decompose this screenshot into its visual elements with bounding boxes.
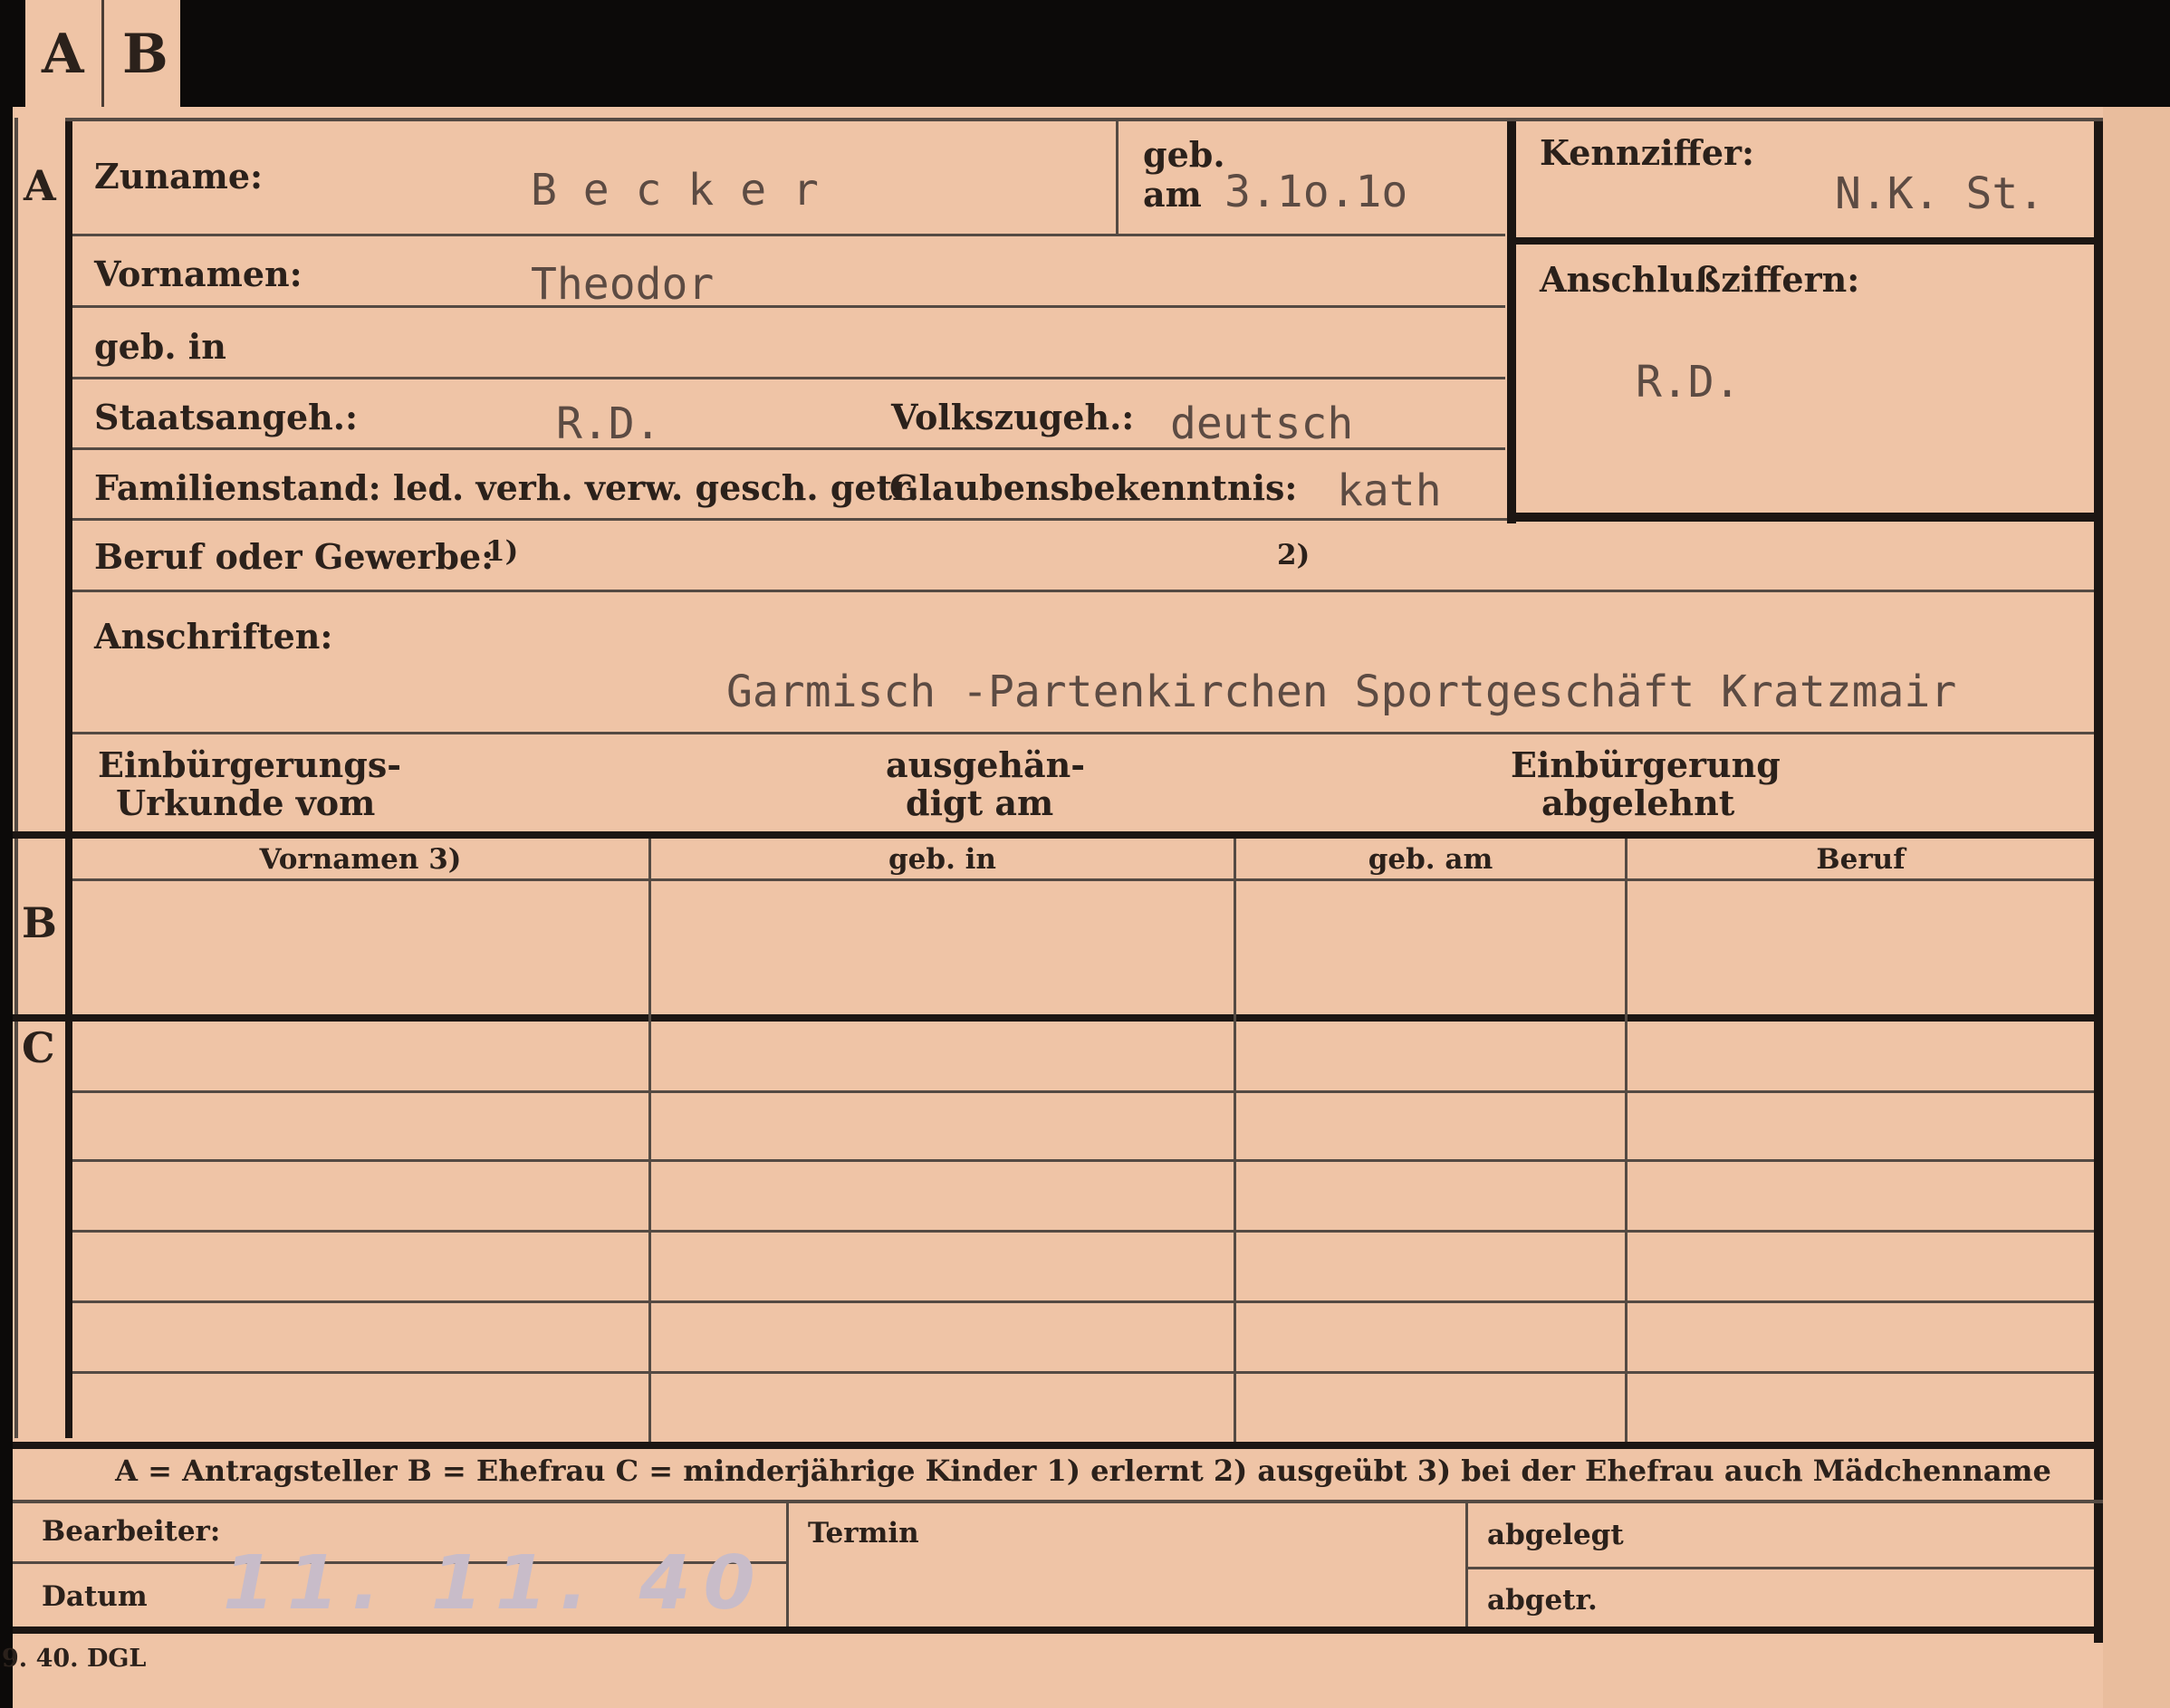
section-letter-c: C xyxy=(22,1023,55,1072)
given-names-label: Vornamen: xyxy=(94,254,302,294)
citizenship-value: R.D. xyxy=(556,398,661,449)
section-c-top xyxy=(13,1014,2103,1022)
table-header-given-names: Vornamen 3) xyxy=(259,843,462,876)
tab-a-letter: A xyxy=(42,23,84,86)
footer-bottom xyxy=(13,1626,2103,1634)
code-box-right xyxy=(2094,121,2103,1643)
filed-label: abgelegt xyxy=(1487,1519,1624,1551)
row-line xyxy=(72,1371,2094,1374)
col-line xyxy=(1625,839,1628,1442)
left-border xyxy=(65,118,72,1438)
print-code: 9. 40. DGL xyxy=(2,1645,147,1673)
section-letter-b: B xyxy=(22,898,57,947)
naturalization-label-2: Urkunde vom xyxy=(116,782,376,823)
section-letter-a: A xyxy=(24,161,56,210)
row-line xyxy=(72,1159,2094,1162)
date-label: Datum xyxy=(42,1580,148,1613)
born-label-1: geb. xyxy=(1143,134,1225,175)
occupation-note-learned: 1) xyxy=(485,535,519,568)
occupation-label: Beruf oder Gewerbe: xyxy=(94,536,494,577)
row-line xyxy=(72,305,1505,308)
code-label: Kennziffer: xyxy=(1540,132,1755,173)
surname-label: Zuname: xyxy=(94,156,264,197)
ethnicity-label: Volkszugeh.: xyxy=(891,397,1135,437)
section-b-top xyxy=(13,831,2103,839)
row-line xyxy=(72,1090,2094,1093)
code-value: N.K. St. xyxy=(1835,168,2045,219)
born-label-2: am xyxy=(1143,174,1202,215)
row-line xyxy=(72,1300,2094,1303)
footer-col-line xyxy=(1465,1500,1468,1626)
row-line xyxy=(72,377,1505,379)
footer-mid-line-right xyxy=(1467,1567,2094,1569)
row-line xyxy=(72,590,2094,592)
header-line xyxy=(72,878,2094,881)
row-line xyxy=(72,732,2094,734)
table-header-birthdate: geb. am xyxy=(1368,843,1493,876)
code-box-bottom xyxy=(1507,513,2103,522)
naturalization-label-1: Einbürgerungs- xyxy=(98,744,402,785)
religion-value: kath xyxy=(1337,465,1442,516)
col-line xyxy=(1234,839,1236,1442)
col-line xyxy=(1116,121,1119,234)
deadline-label: Termin xyxy=(808,1517,919,1550)
birthplace-label: geb. in xyxy=(94,326,226,367)
born-value: 3.1o.1o xyxy=(1224,167,1408,217)
filed-short-label: abgetr. xyxy=(1487,1584,1598,1617)
handed-label-2: digt am xyxy=(906,782,1054,823)
citizenship-label: Staatsangeh.: xyxy=(94,397,359,437)
table-header-birthplace: geb. in xyxy=(888,843,996,876)
card-right-edge xyxy=(2103,107,2170,1708)
address-value: Garmisch -Partenkirchen Sportgeschäft Kr… xyxy=(726,667,1957,717)
code-box-left xyxy=(1507,121,1516,523)
legend-text: A = Antragsteller B = Ehefrau C = minder… xyxy=(115,1454,2051,1488)
row-line xyxy=(72,234,1505,236)
footer-col-line xyxy=(786,1500,789,1626)
rejected-label-1: Einbürgerung xyxy=(1511,744,1781,785)
rejected-label-2: abgelehnt xyxy=(1541,782,1735,823)
given-names-value: Theodor xyxy=(531,259,715,310)
row-line xyxy=(72,1230,2094,1233)
code-box-mid xyxy=(1507,237,2103,245)
handed-label-1: ausgehän- xyxy=(886,744,1086,785)
footer-top xyxy=(13,1500,2103,1503)
addresses-label: Anschriften: xyxy=(94,616,333,657)
marital-status-label: Familienstand: led. verh. verw. gesch. g… xyxy=(94,467,919,508)
ethnicity-value: deutsch xyxy=(1170,398,1354,449)
handwritten-date: 11. 11. 40 xyxy=(223,1540,768,1626)
religion-label: Glaubensbekenntnis: xyxy=(889,467,1298,508)
tab-b: B xyxy=(104,0,180,107)
tab-b-letter: B xyxy=(122,23,168,86)
table-header-occupation: Beruf xyxy=(1816,843,1906,876)
occupation-note-practiced: 2) xyxy=(1277,539,1311,571)
tab-a: A xyxy=(25,0,104,107)
link-codes-label: Anschlußziffern: xyxy=(1540,259,1860,300)
clerk-label: Bearbeiter: xyxy=(42,1515,221,1548)
outer-left-line xyxy=(14,118,18,1438)
col-line xyxy=(648,839,651,1442)
surname-value: B e c k e r xyxy=(531,165,819,216)
link-codes-value: R.D. xyxy=(1636,357,1741,408)
top-line xyxy=(65,118,2103,121)
legend-top xyxy=(13,1442,2103,1449)
